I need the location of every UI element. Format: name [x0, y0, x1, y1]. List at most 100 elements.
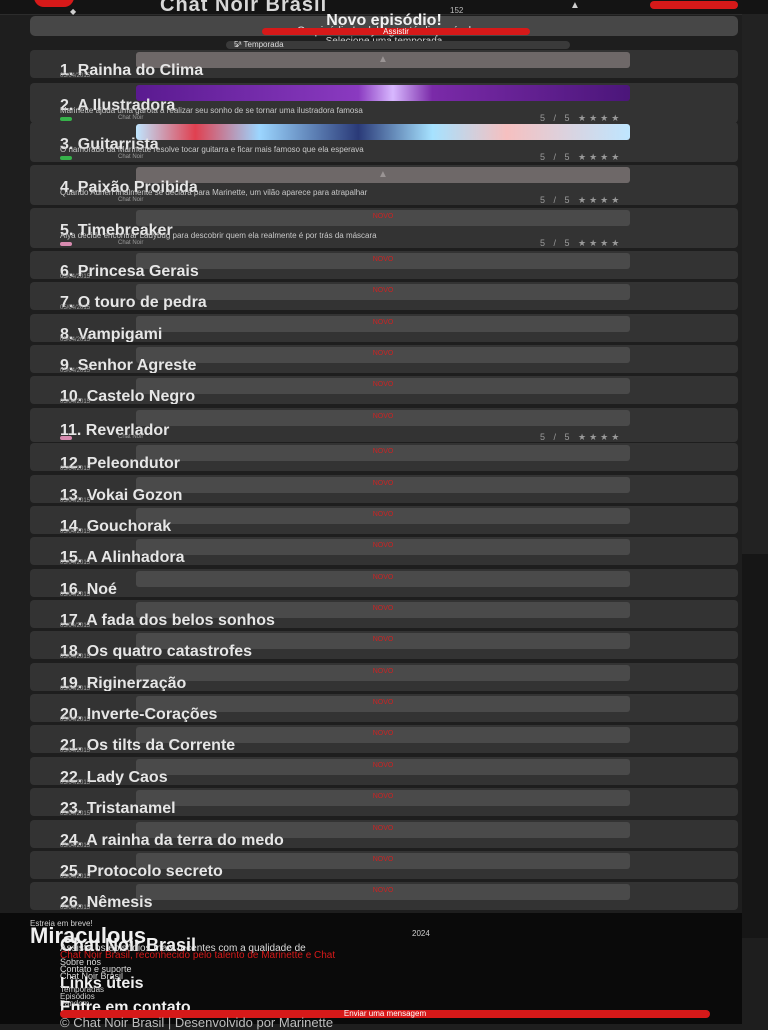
- episode-thumbnail[interactable]: NOVO: [136, 253, 630, 269]
- episode-card[interactable]: NOVO 21. Os tilts da Corrente 05/04/2015: [30, 725, 738, 753]
- episode-thumbnail[interactable]: [136, 85, 630, 101]
- episode-date: 05/04/2015: [60, 905, 91, 910]
- page: ◆ Chat Noir Brasil 152 ▲ Novo episódio! …: [0, 0, 768, 1030]
- episode-date: 05/04/2015: [60, 592, 91, 597]
- episode-date: 05/04/2015: [60, 780, 91, 785]
- episode-author: Chat Noir: [118, 434, 144, 440]
- episode-date: 05/04/2015: [60, 337, 91, 342]
- episode-thumbnail[interactable]: ▲: [136, 52, 630, 68]
- episode-title[interactable]: 11. Reverlador: [60, 422, 169, 440]
- episode-thumbnail[interactable]: NOVO: [136, 347, 630, 363]
- new-tag: NOVO: [372, 856, 394, 863]
- new-tag: NOVO: [372, 574, 394, 581]
- episode-card[interactable]: NOVO 8. Vampigami 05/04/2015: [30, 314, 738, 342]
- episode-thumbnail[interactable]: NOVO: [136, 284, 630, 300]
- logo-icon[interactable]: [34, 0, 74, 7]
- season-select[interactable]: 5ª Temporada ⌄: [226, 41, 570, 49]
- new-tag: NOVO: [372, 350, 394, 357]
- episode-thumbnail[interactable]: NOVO: [136, 884, 630, 900]
- new-tag: NOVO: [372, 699, 394, 706]
- episode-thumbnail[interactable]: NOVO: [136, 665, 630, 681]
- episode-thumbnail[interactable]: NOVO: [136, 210, 630, 226]
- episode-card[interactable]: NOVO 17. A fada dos belos sonhos 05/04/201…: [30, 600, 738, 628]
- episode-card[interactable]: NOVO 24. A rainha da terra do medo 05/04/2…: [30, 820, 738, 848]
- episode-date: 05/04/2015: [60, 274, 91, 279]
- status-dot-icon: [60, 117, 72, 121]
- episode-card[interactable]: NOVO 6. Princesa Gerais 05/04/2015: [30, 251, 738, 279]
- episode-author: Chat Noir: [118, 240, 144, 246]
- episode-date: 05/04/2015: [60, 399, 91, 404]
- menu-button[interactable]: [650, 1, 738, 9]
- episode-thumbnail[interactable]: NOVO: [136, 378, 630, 394]
- status-dot-icon: [60, 242, 72, 246]
- episode-card[interactable]: NOVO 5. Timebreaker Alya decide encontrar …: [30, 208, 738, 248]
- new-tag: NOVO: [372, 762, 394, 769]
- episode-card[interactable]: NOVO 23. Tristanamel 05/04/2015: [30, 788, 738, 816]
- episode-thumbnail[interactable]: [136, 124, 630, 140]
- new-tag: NOVO: [372, 636, 394, 643]
- episode-author: Chat Noir: [118, 154, 144, 160]
- episode-date: 05/04/2015: [60, 529, 91, 534]
- episode-card[interactable]: NOVO 20. Inverte-Corações 05/04/2015: [30, 694, 738, 722]
- episode-rating: 5 / 5 ★★★★: [540, 238, 623, 248]
- episode-author: Chat Noir: [118, 197, 144, 203]
- episode-date: 05/04/2015: [60, 748, 91, 753]
- episode-card[interactable]: NOVO 14. Gouchorak 05/04/2015: [30, 506, 738, 534]
- footer-year: 2024: [412, 929, 430, 938]
- episode-card[interactable]: NOVO 26. Nêmesis 05/04/2015: [30, 882, 738, 910]
- episode-card[interactable]: NOVO 25. Protocolo secreto 05/04/2015: [30, 851, 738, 879]
- episode-date: 05/04/2015: [60, 874, 91, 879]
- new-tag: NOVO: [372, 480, 394, 487]
- episode-date: 05/04/2015: [60, 368, 91, 373]
- play-arrow-icon: ▲: [378, 169, 388, 180]
- episode-card[interactable]: NOVO 7. O touro de pedra 05/04/2015: [30, 282, 738, 310]
- chevron-up-icon[interactable]: ▲: [570, 1, 580, 11]
- episode-card[interactable]: NOVO 18. Os quatro catastrofes 05/04/2015: [30, 631, 738, 659]
- new-tag: NOVO: [372, 730, 394, 737]
- episode-card[interactable]: NOVO 15. A Alinhadora 05/04/2015: [30, 537, 738, 565]
- episode-card[interactable]: ▲ 1. Rainha do Clima 05/04/2015: [30, 50, 738, 78]
- episode-title[interactable]: 17. A fada dos belos sonhos: [60, 612, 275, 628]
- episode-rating: 5 / 5 ★★★★: [540, 152, 623, 162]
- episode-thumbnail[interactable]: ▲: [136, 167, 630, 183]
- new-tag: NOVO: [372, 825, 394, 832]
- new-tag: NOVO: [372, 287, 394, 294]
- episode-rating: 5 / 5 ★★★★: [540, 432, 623, 442]
- episode-card[interactable]: NOVO 12. Peleondutor 05/04/2015: [30, 443, 738, 471]
- new-tag: NOVO: [372, 256, 394, 263]
- copyright: © Chat Noir Brasil | Desenvolvido por Ma…: [60, 1015, 334, 1030]
- episode-card[interactable]: NOVO 11. Reverlador Chat Noir 5 / 5 ★★★★: [30, 408, 738, 442]
- new-tag: NOVO: [372, 319, 394, 326]
- new-tag: NOVO: [372, 887, 394, 894]
- episode-thumbnail[interactable]: NOVO: [136, 508, 630, 524]
- episode-thumbnail[interactable]: NOVO: [136, 316, 630, 332]
- episode-card[interactable]: NOVO 10. Castelo Negro 05/04/2015: [30, 376, 738, 404]
- episode-thumbnail[interactable]: NOVO: [136, 539, 630, 555]
- episode-card[interactable]: 3. Guitarrista O namorado da Marinette re…: [30, 122, 738, 162]
- new-tag: NOVO: [372, 213, 394, 220]
- episode-card[interactable]: NOVO 19. Riginerzação 05/04/2015: [30, 663, 738, 691]
- episode-date: 05/04/2015: [60, 466, 91, 471]
- play-arrow-icon: ▲: [378, 54, 388, 65]
- episode-card[interactable]: ▲ 4. Paixão Proibida Quando Adrien finalme…: [30, 165, 738, 205]
- episode-card[interactable]: NOVO 13. Vokai Gozon 05/04/2015: [30, 475, 738, 503]
- episode-card[interactable]: 2. A Ilustradora Marinette ajuda uma garo…: [30, 83, 738, 123]
- episode-thumbnail[interactable]: NOVO: [136, 759, 630, 775]
- scrollbar-thumb[interactable]: [742, 14, 768, 554]
- episode-thumbnail[interactable]: NOVO: [136, 410, 630, 426]
- episode-card[interactable]: NOVO 9. Senhor Agreste 05/04/2015: [30, 345, 738, 373]
- episode-thumbnail[interactable]: NOVO: [136, 477, 630, 493]
- episode-title[interactable]: 24. A rainha da terra do medo: [60, 832, 284, 848]
- footer-description-highlight: Chat Noir Brasil, reconhecido pelo talen…: [60, 950, 336, 961]
- episode-date: 05/04/2015: [60, 305, 91, 310]
- episode-thumbnail[interactable]: NOVO: [136, 571, 630, 587]
- episode-date: 05/04/2015: [60, 498, 91, 503]
- watch-button[interactable]: Assistir: [262, 28, 530, 36]
- episode-thumbnail[interactable]: NOVO: [136, 445, 630, 461]
- episode-thumbnail[interactable]: NOVO: [136, 790, 630, 806]
- episode-card[interactable]: NOVO 22. Lady Caos 05/04/2015: [30, 757, 738, 785]
- new-tag: NOVO: [372, 793, 394, 800]
- episode-card[interactable]: NOVO 16. Noé 05/04/2015: [30, 569, 738, 597]
- status-dot-icon: [60, 156, 72, 160]
- episode-date: 05/04/2015: [60, 560, 91, 565]
